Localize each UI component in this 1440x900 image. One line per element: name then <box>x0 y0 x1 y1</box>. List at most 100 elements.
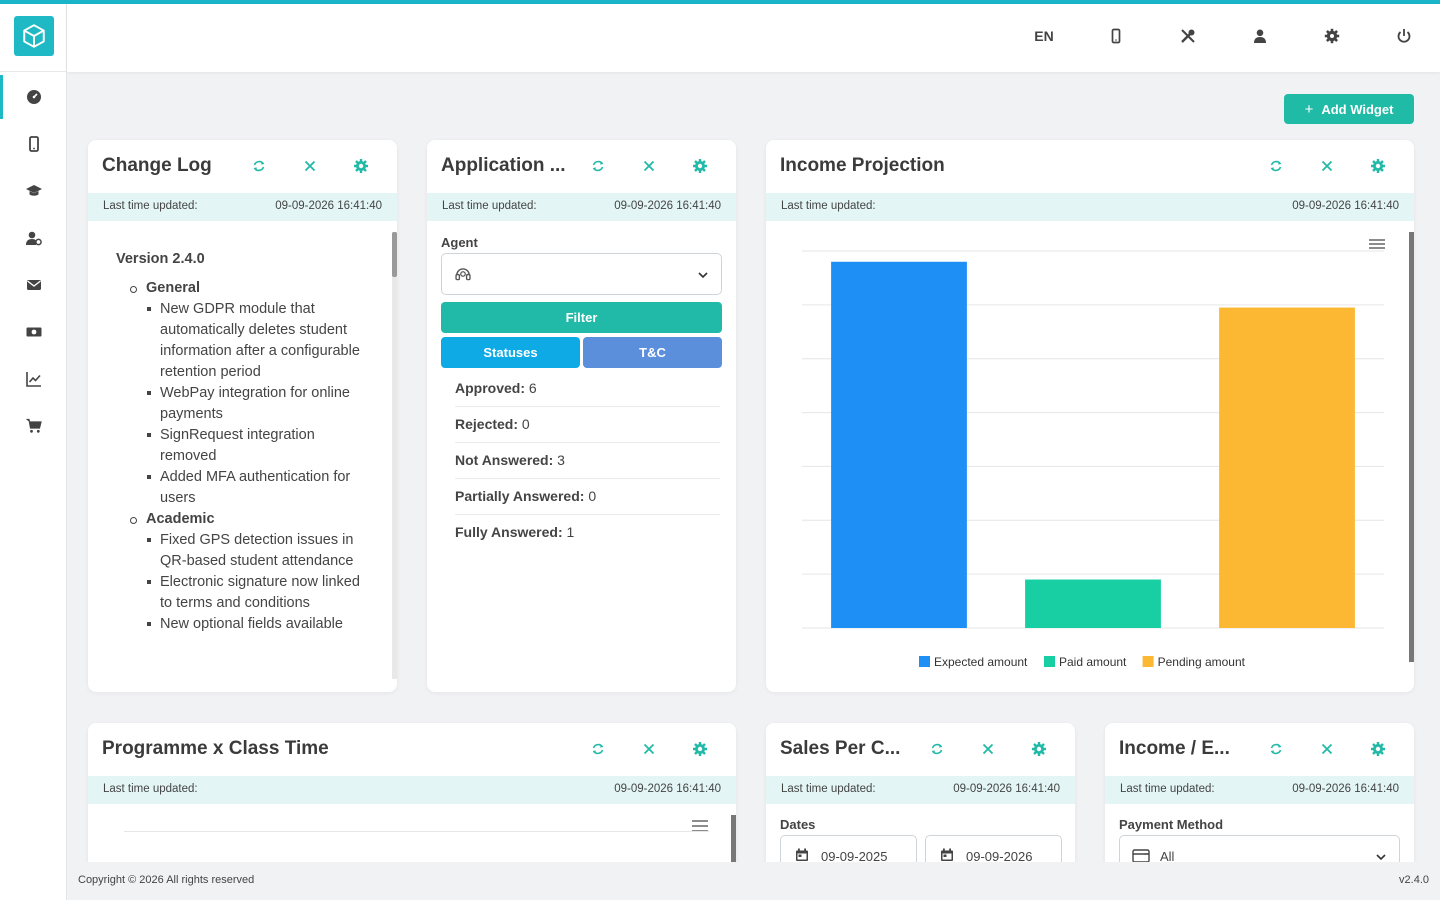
close-button[interactable] <box>977 738 999 760</box>
status-count: 0 <box>588 488 597 504</box>
sidebar-item-users[interactable] <box>0 216 67 260</box>
refresh-button[interactable] <box>587 155 609 177</box>
widget-settings-button[interactable] <box>689 738 711 760</box>
legend-swatch <box>1044 656 1055 667</box>
tools-button[interactable] <box>1174 24 1202 48</box>
agent-select[interactable] <box>441 253 722 295</box>
close-icon <box>643 160 655 172</box>
sidebar-item-mail[interactable] <box>0 263 67 307</box>
last-updated-value: 09-09-2026 16:41:40 <box>614 200 721 212</box>
change-log-item: New GDPR module that automatically delet… <box>116 299 366 383</box>
mobile-icon <box>28 136 39 152</box>
legend-swatch <box>919 656 930 667</box>
refresh-button[interactable] <box>1265 155 1287 177</box>
scrollbar-track[interactable] <box>392 232 397 679</box>
calendar-icon <box>941 848 953 861</box>
calendar-icon <box>796 848 808 861</box>
refresh-icon <box>253 160 265 172</box>
mobile-button[interactable] <box>1102 24 1130 48</box>
widget-settings-button[interactable] <box>1367 738 1389 760</box>
refresh-button[interactable] <box>926 738 948 760</box>
sidebar-item-reports[interactable] <box>0 357 67 401</box>
chart-gridline <box>124 831 709 832</box>
sidebar-item-shop[interactable] <box>0 404 67 448</box>
status-count: 6 <box>528 380 537 396</box>
application-widget: Application ... Last time updated: 09-09… <box>427 140 736 692</box>
filter-button[interactable]: Filter <box>441 302 722 333</box>
chart-menu-icon[interactable] <box>1369 239 1385 249</box>
language-selector[interactable]: EN <box>1030 24 1058 48</box>
cube-logo-icon <box>23 24 45 48</box>
gear-icon <box>1371 159 1385 173</box>
change-log-section: General <box>116 278 366 299</box>
status-row: Rejected: 0 <box>455 407 720 443</box>
scrollbar-track[interactable] <box>1409 232 1414 662</box>
payment-method-label: Payment Method <box>1119 817 1224 832</box>
widget-settings-button[interactable] <box>689 155 711 177</box>
gear-icon <box>354 159 368 173</box>
widget-title: Change Log <box>102 155 212 176</box>
cart-icon <box>26 418 42 433</box>
income-bar-chart: Expected amount Paid amount Pending amount <box>802 232 1414 669</box>
close-icon <box>982 743 994 755</box>
money-icon <box>26 327 41 337</box>
envelope-icon <box>26 280 41 290</box>
programme-class-widget: Programme x Class Time Last time updated… <box>88 723 736 883</box>
last-updated-bar: Last time updated: 09-09-2026 16:41:40 <box>88 193 397 221</box>
widget-settings-button[interactable] <box>350 155 372 177</box>
widget-header: Programme x Class Time <box>88 723 736 776</box>
close-button[interactable] <box>1316 738 1338 760</box>
widget-title: Application ... <box>441 155 566 176</box>
status-label: Not Answered: <box>455 452 554 468</box>
gauge-icon <box>26 90 41 104</box>
last-updated-bar: Last time updated: 09-09-2026 16:41:40 <box>88 776 736 804</box>
status-label: Rejected: <box>455 416 519 432</box>
scrollbar-thumb[interactable] <box>392 232 397 277</box>
line-chart-icon <box>25 372 41 387</box>
settings-button[interactable] <box>1318 24 1346 48</box>
widget-settings-button[interactable] <box>1028 738 1050 760</box>
credit-card-icon <box>1132 849 1150 863</box>
refresh-button[interactable] <box>248 155 270 177</box>
status-label: Partially Answered: <box>455 488 585 504</box>
bar-expected-amount[interactable] <box>831 261 967 628</box>
sidebar-item-finance[interactable] <box>0 310 67 354</box>
tc-tab[interactable]: T&C <box>583 337 722 368</box>
change-log-body: Version 2.4.0 General New GDPR module tha… <box>88 221 397 692</box>
bar-pending-amount[interactable] <box>1219 307 1355 628</box>
logout-button[interactable] <box>1390 24 1418 48</box>
change-log-item: New optional fields available <box>116 614 366 635</box>
widget-header: Change Log <box>88 140 397 193</box>
income-chart-area: Expected amount Paid amount Pending amount <box>766 221 1414 692</box>
close-icon <box>304 160 316 172</box>
close-button[interactable] <box>299 155 321 177</box>
change-log-widget: Change Log Last time updated: 09-09-2026… <box>88 140 397 692</box>
app-logo[interactable] <box>14 16 54 56</box>
statuses-tab[interactable]: Statuses <box>441 337 580 368</box>
widget-settings-button[interactable] <box>1367 155 1389 177</box>
legend-item[interactable]: Pending amount <box>1142 655 1246 669</box>
sidebar-item-academic[interactable] <box>0 169 67 213</box>
user-settings-icon <box>25 231 42 246</box>
close-button[interactable] <box>638 738 660 760</box>
dates-label: Dates <box>780 817 816 832</box>
legend-item[interactable]: Paid amount <box>1044 655 1127 669</box>
refresh-button[interactable] <box>1265 738 1287 760</box>
gear-icon <box>1324 28 1340 44</box>
version-heading: Version 2.4.0 <box>116 251 205 267</box>
add-widget-label: Add Widget <box>1321 101 1394 117</box>
gear-icon <box>693 742 707 756</box>
widget-header: Income Projection <box>766 140 1414 193</box>
close-button[interactable] <box>1316 155 1338 177</box>
refresh-button[interactable] <box>587 738 609 760</box>
add-widget-button[interactable]: + Add Widget <box>1284 94 1414 124</box>
sidebar-item-mobile[interactable] <box>0 122 67 166</box>
profile-button[interactable] <box>1246 24 1274 48</box>
close-button[interactable] <box>638 155 660 177</box>
bar-paid-amount[interactable] <box>1025 579 1161 628</box>
last-updated-label: Last time updated: <box>103 783 198 795</box>
legend-item[interactable]: Expected amount <box>919 655 1028 669</box>
income-expense-widget: Income / E... Last time updated: 09-09-2… <box>1105 723 1414 883</box>
sidebar-item-dashboard[interactable] <box>0 75 67 119</box>
status-label: Approved: <box>455 380 525 396</box>
